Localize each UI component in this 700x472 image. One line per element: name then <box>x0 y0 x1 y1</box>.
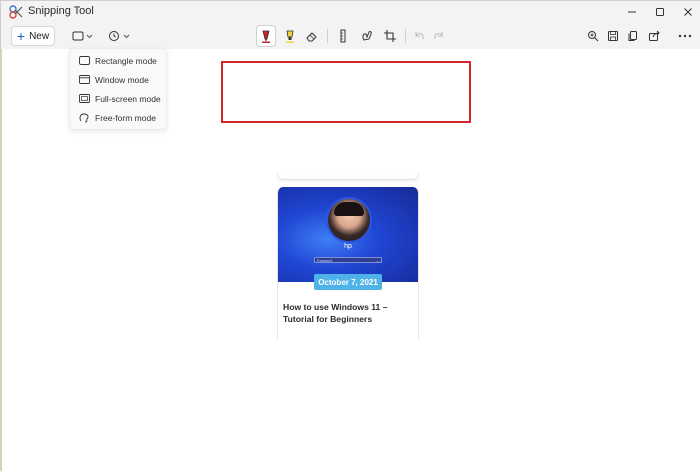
menu-item-fullscreen-mode[interactable]: Full-screen mode <box>70 89 166 108</box>
eraser-icon <box>306 32 317 42</box>
touch-writing-icon <box>362 31 372 41</box>
save-icon <box>608 31 618 41</box>
article-title[interactable]: How to use Windows 11 – Tutorial for Beg… <box>283 301 417 325</box>
copy-button[interactable] <box>624 26 642 46</box>
submit-arrow-icon: → <box>375 258 379 263</box>
ruler-button[interactable] <box>334 25 352 47</box>
share-icon <box>649 30 660 41</box>
fullscreen-mode-icon <box>79 94 90 103</box>
rectangle-mode-icon <box>79 56 90 65</box>
highlighter-icon <box>286 30 294 43</box>
rectangle-snip-icon <box>72 31 93 41</box>
snipping-tool-app-icon <box>9 5 23 19</box>
article-card[interactable]: hp Password → October 7, 2021 How to use… <box>277 187 419 339</box>
article-thumbnail: hp Password → <box>278 187 418 282</box>
avatar-hair <box>334 202 364 216</box>
menu-item-label: Rectangle mode <box>95 55 157 66</box>
save-button[interactable] <box>604 26 622 46</box>
freeform-mode-icon <box>79 113 89 122</box>
toolbar: + New <box>1 23 700 49</box>
pen-icon <box>262 30 270 43</box>
touch-writing-button[interactable] <box>358 25 376 47</box>
clock-icon <box>109 31 130 41</box>
close-icon <box>684 8 692 16</box>
canvas-edge <box>1 49 2 472</box>
toolbar-separator <box>405 29 406 43</box>
window-title: Snipping Tool <box>28 5 94 17</box>
snip-mode-dropdown[interactable] <box>69 26 97 46</box>
minimize-button[interactable] <box>618 1 646 23</box>
menu-item-label: Full-screen mode <box>95 93 161 104</box>
close-button[interactable] <box>674 1 700 23</box>
share-button[interactable] <box>645 26 663 46</box>
redo-button[interactable] <box>430 25 448 47</box>
redo-icon <box>434 32 443 40</box>
new-button-label: New <box>29 30 50 42</box>
menu-item-label: Free-form mode <box>95 112 156 123</box>
more-icon <box>678 34 692 38</box>
window-mode-icon <box>79 75 90 84</box>
title-bar: Snipping Tool <box>1 1 700 23</box>
highlighter-button[interactable] <box>281 25 299 47</box>
ballpoint-pen-button[interactable] <box>256 25 276 47</box>
ruler-icon <box>340 29 346 43</box>
crop-button[interactable] <box>381 25 399 47</box>
maximize-icon <box>656 8 664 16</box>
copy-icon <box>628 31 637 41</box>
new-button[interactable]: + New <box>11 26 55 46</box>
more-button[interactable] <box>675 26 695 46</box>
undo-icon <box>415 32 424 40</box>
minimize-icon <box>628 11 636 13</box>
zoom-button[interactable] <box>584 26 602 46</box>
zoom-icon <box>588 31 599 42</box>
eraser-button[interactable] <box>303 25 321 47</box>
crop-icon <box>384 30 396 42</box>
toolbar-separator <box>327 29 328 43</box>
date-badge: October 7, 2021 <box>314 274 382 290</box>
snipping-tool-window: Snipping Tool + New hp Password → Octobe… <box>0 0 700 472</box>
delay-dropdown[interactable] <box>105 26 133 46</box>
menu-item-window-mode[interactable]: Window mode <box>70 70 166 89</box>
menu-item-freeform-mode[interactable]: Free-form mode <box>70 108 166 127</box>
menu-item-rectangle-mode[interactable]: Rectangle mode <box>70 51 166 70</box>
undo-button[interactable] <box>410 25 428 47</box>
markup-tools-highlight <box>221 61 471 123</box>
snip-mode-menu: Rectangle mode Window mode Full-screen m… <box>69 48 167 130</box>
menu-item-label: Window mode <box>95 74 149 85</box>
login-username: hp <box>344 243 352 250</box>
password-placeholder: Password <box>317 259 333 263</box>
previous-card-edge <box>277 173 419 180</box>
user-avatar <box>326 197 372 243</box>
password-field: Password → <box>314 257 382 263</box>
snip-canvas: hp Password → October 7, 2021 How to use… <box>1 48 700 472</box>
maximize-button[interactable] <box>646 1 674 23</box>
plus-icon: + <box>16 28 26 44</box>
